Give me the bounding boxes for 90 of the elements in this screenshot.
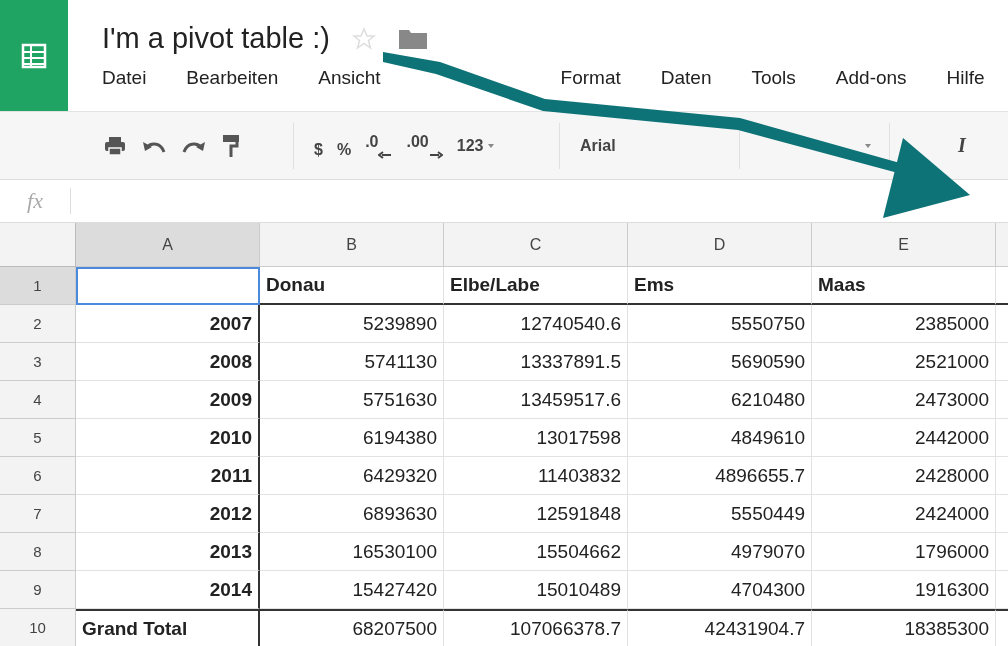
table-cell: 6194380	[260, 419, 444, 457]
increase-decimals-button[interactable]: .00	[406, 132, 443, 159]
table-cell: 15010489	[444, 571, 628, 609]
document-title[interactable]: I'm a pivot table :)	[102, 22, 330, 55]
menu-item[interactable]: Datei	[102, 67, 167, 89]
menu-item[interactable]: Daten	[640, 67, 732, 89]
table-cell: 2473000	[812, 381, 996, 419]
sheets-logo-icon[interactable]	[21, 42, 47, 69]
table-cell: Ems	[628, 267, 812, 305]
column-header[interactable]: D	[628, 223, 812, 267]
table-cell: 1796000	[812, 533, 996, 571]
table-cell: 4896655.7	[628, 457, 812, 495]
table-cell: 2010	[76, 419, 260, 457]
row-header[interactable]: 10	[0, 609, 76, 646]
caret-icon	[486, 142, 497, 149]
table-cell: 2385000	[812, 305, 996, 343]
row-header[interactable]: 7	[0, 495, 76, 533]
row-header[interactable]: 4	[0, 381, 76, 419]
table-cell: 15504662	[444, 533, 628, 571]
left-arrow-icon	[378, 150, 393, 159]
percent-button[interactable]: %	[336, 132, 352, 159]
table-cell: 2008	[76, 343, 260, 381]
column-header[interactable]: B	[260, 223, 444, 267]
row-header[interactable]: 3	[0, 343, 76, 381]
table-cell: 2428000	[812, 457, 996, 495]
table-cell: 5751630	[260, 381, 444, 419]
menu-item[interactable]: Hilfe	[926, 67, 1005, 89]
currency-button[interactable]: $	[314, 132, 323, 159]
active-cell[interactable]	[76, 267, 260, 305]
table-cell: Maas	[812, 267, 996, 305]
table-cell: 68207500	[260, 609, 444, 646]
print-icon[interactable]	[104, 135, 126, 156]
menu-item[interactable]: Add-ons	[815, 67, 927, 89]
table-cell: 13337891.5	[444, 343, 628, 381]
table-cell: 4704300	[628, 571, 812, 609]
italic-button[interactable]: I	[958, 132, 966, 159]
caret-icon[interactable]	[863, 142, 873, 149]
table-cell: 13017598	[444, 419, 628, 457]
table-cell: 5550449	[628, 495, 812, 533]
table-cell: 2442000	[812, 419, 996, 457]
table-cell: 5741130	[260, 343, 444, 381]
column-header[interactable]: A	[76, 223, 260, 267]
paint-format-icon[interactable]	[222, 133, 240, 158]
table-cell: 12591848	[444, 495, 628, 533]
table-cell: 2521000	[812, 343, 996, 381]
table-cell: 5690590	[628, 343, 812, 381]
table-cell: 5550750	[628, 305, 812, 343]
table-cell: 2009	[76, 381, 260, 419]
table-cell: Elbe/Labe	[444, 267, 628, 305]
row-header[interactable]: 8	[0, 533, 76, 571]
table-cell: 13459517.6	[444, 381, 628, 419]
menu-item[interactable]: Bearbeiten	[166, 67, 299, 89]
table-cell: 107066378.7	[444, 609, 628, 646]
table-cell: 2011	[76, 457, 260, 495]
table-cell: 2014	[76, 571, 260, 609]
table-cell: 15427420	[260, 571, 444, 609]
menu-item[interactable]: Ansicht	[298, 67, 401, 89]
table-cell: 11403832	[444, 457, 628, 495]
table-cell: 2424000	[812, 495, 996, 533]
number-format-button[interactable]: 123	[456, 132, 497, 159]
table-cell: 16530100	[260, 533, 444, 571]
menu-item[interactable]: Format	[540, 67, 641, 89]
row-header[interactable]: 5	[0, 419, 76, 457]
row-header[interactable]: 1	[0, 267, 76, 305]
table-cell: 6210480	[628, 381, 812, 419]
formula-label: fx	[0, 188, 71, 214]
column-header[interactable]: E	[812, 223, 996, 267]
table-cell: 12740540.6	[444, 305, 628, 343]
table-cell: Grand Total	[76, 609, 260, 646]
table-cell: 2012	[76, 495, 260, 533]
menu-item[interactable]: Tools	[731, 67, 816, 89]
table-cell: 2013	[76, 533, 260, 571]
right-arrow-icon	[428, 150, 443, 159]
table-cell: 1916300	[812, 571, 996, 609]
decrease-decimals-button[interactable]: .0	[365, 132, 393, 159]
row-header[interactable]: 2	[0, 305, 76, 343]
table-cell: 18385300	[812, 609, 996, 646]
table-cell: Donau	[260, 267, 444, 305]
table-cell: 42431904.7	[628, 609, 812, 646]
star-icon[interactable]	[351, 26, 376, 51]
table-cell: 4849610	[628, 419, 812, 457]
row-header[interactable]: 6	[0, 457, 76, 495]
table-cell: 6429320	[260, 457, 444, 495]
table-cell: 2007	[76, 305, 260, 343]
table-cell: 5239890	[260, 305, 444, 343]
table-cell: 6893630	[260, 495, 444, 533]
column-header[interactable]: C	[444, 223, 628, 267]
row-header[interactable]: 9	[0, 571, 76, 609]
font-dropdown[interactable]: Arial	[580, 132, 616, 159]
table-cell: 4979070	[628, 533, 812, 571]
